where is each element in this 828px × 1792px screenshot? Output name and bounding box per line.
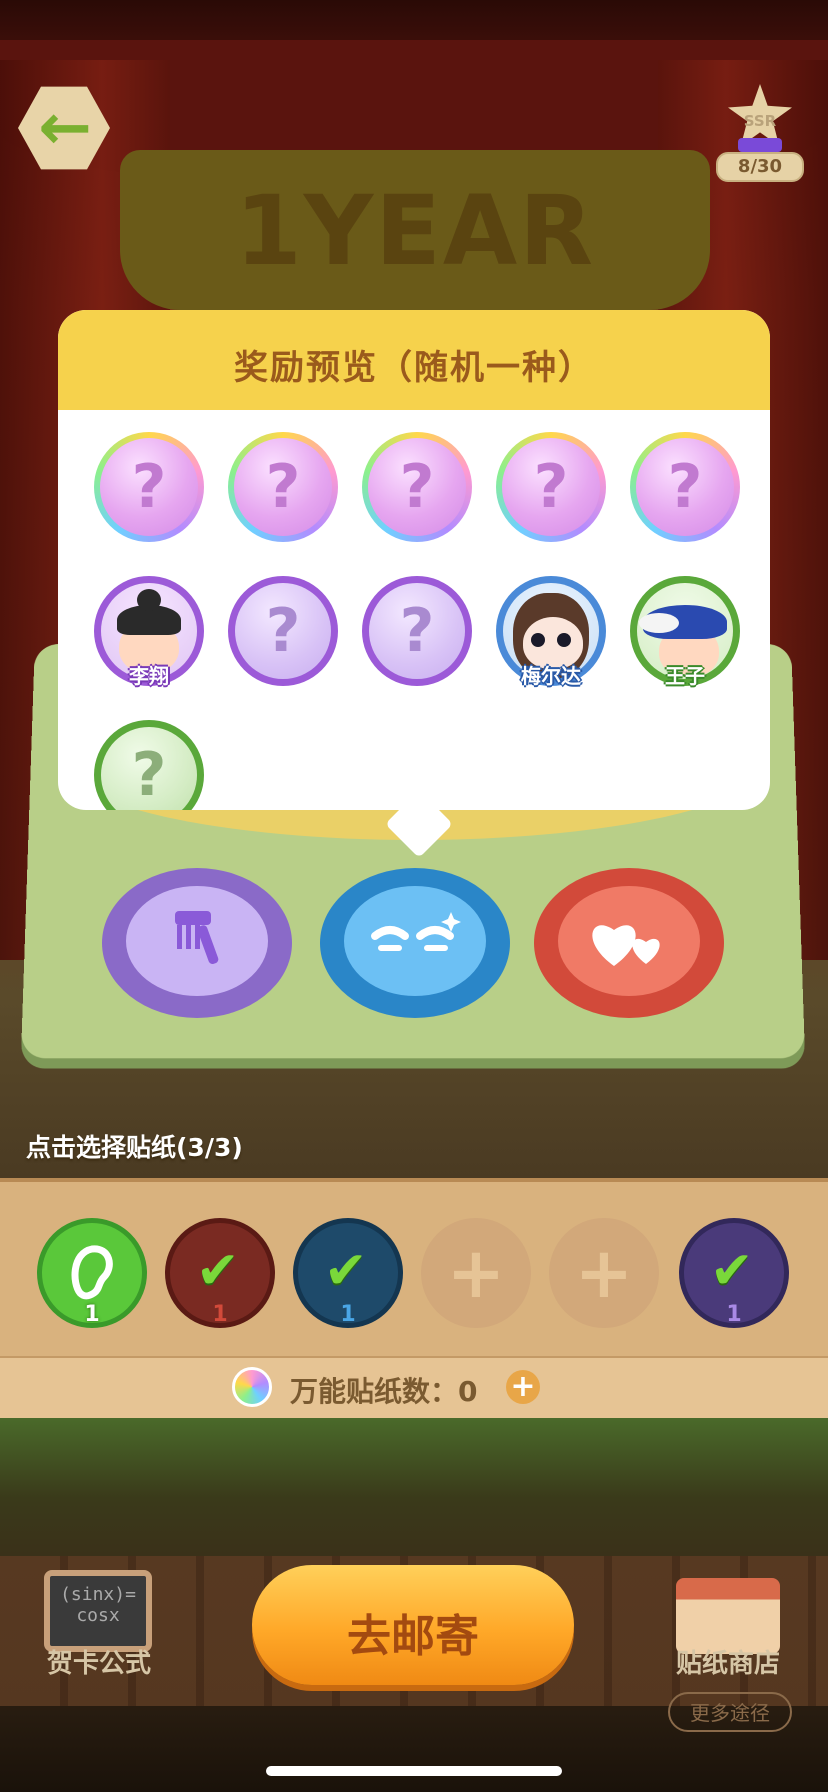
- sticker-eyes-button[interactable]: [320, 868, 510, 1018]
- slot-count: 1: [212, 1302, 228, 1327]
- sticker-hearts-button[interactable]: [534, 868, 724, 1018]
- more-ways-button[interactable]: 更多途径: [668, 1692, 792, 1732]
- reward-item[interactable]: ?: [362, 576, 472, 686]
- go-mail-label: 去邮寄: [347, 1611, 479, 1662]
- back-arrow-icon: ←: [38, 91, 92, 165]
- question-mark-icon: ?: [636, 438, 734, 536]
- slot-count: 1: [84, 1302, 100, 1327]
- reward-item[interactable]: ?: [630, 432, 740, 542]
- rank-label: SSR: [743, 112, 777, 130]
- sticker-shop-label[interactable]: 贴纸商店: [660, 1643, 796, 1680]
- question-mark-icon: ?: [235, 583, 331, 679]
- universal-sticker-icon: [232, 1367, 272, 1407]
- character-name: 梅尔达: [521, 664, 581, 688]
- slot-count: 1: [340, 1302, 356, 1327]
- reward-item[interactable]: ?: [228, 432, 338, 542]
- universal-sticker-count: 0: [458, 1375, 478, 1408]
- question-mark-icon: ?: [502, 438, 600, 536]
- reward-item[interactable]: ?: [228, 576, 338, 686]
- reward-item[interactable]: ?: [496, 432, 606, 542]
- comb-icon: [175, 911, 219, 965]
- check-icon: ✔: [710, 1241, 754, 1301]
- rank-progress-bar: [738, 138, 782, 152]
- question-mark-icon: ?: [100, 438, 198, 536]
- hearts-icon: [592, 925, 660, 966]
- character-name: 王子: [665, 664, 705, 688]
- home-indicator[interactable]: [266, 1766, 562, 1776]
- reward-item[interactable]: ?: [362, 432, 472, 542]
- reward-item[interactable]: ?: [94, 720, 204, 810]
- reward-item[interactable]: ?: [94, 432, 204, 542]
- card-formula-label[interactable]: 贺卡公式: [34, 1643, 164, 1680]
- question-mark-icon: ?: [369, 583, 465, 679]
- add-universal-sticker-button[interactable]: +: [506, 1370, 540, 1404]
- smiling-eyes-icon: [371, 912, 461, 951]
- universal-sticker-label: 万能贴纸数：0: [290, 1375, 478, 1408]
- question-mark-icon: ?: [234, 438, 332, 536]
- character-name: 李翔: [129, 664, 169, 688]
- plus-icon: +: [574, 1232, 634, 1314]
- sticker-comb-button[interactable]: [102, 868, 292, 1018]
- sticker-slot-empty[interactable]: +: [549, 1218, 659, 1328]
- rank-progress[interactable]: 8/30: [716, 152, 804, 182]
- anniversary-banner-text: 1YEAR: [234, 175, 596, 287]
- slot-count: 1: [726, 1302, 742, 1327]
- reward-preview-popup: 奖励预览（随机一种） ? ? ? ? ? 李翔 ? ? 梅尔达 王子 ?: [58, 310, 770, 810]
- check-icon: ✔: [196, 1241, 240, 1301]
- plus-icon: +: [446, 1232, 506, 1314]
- select-sticker-label: 点击选择贴纸(3/3): [26, 1133, 243, 1162]
- sticker-slot-empty[interactable]: +: [421, 1218, 531, 1328]
- question-mark-icon: ?: [368, 438, 466, 536]
- question-mark-icon: ?: [101, 727, 197, 810]
- check-icon: ✔: [324, 1241, 368, 1301]
- card-formula-icon[interactable]: (sinx)= cosx: [44, 1570, 152, 1652]
- popup-title: 奖励预览（随机一种）: [234, 348, 594, 388]
